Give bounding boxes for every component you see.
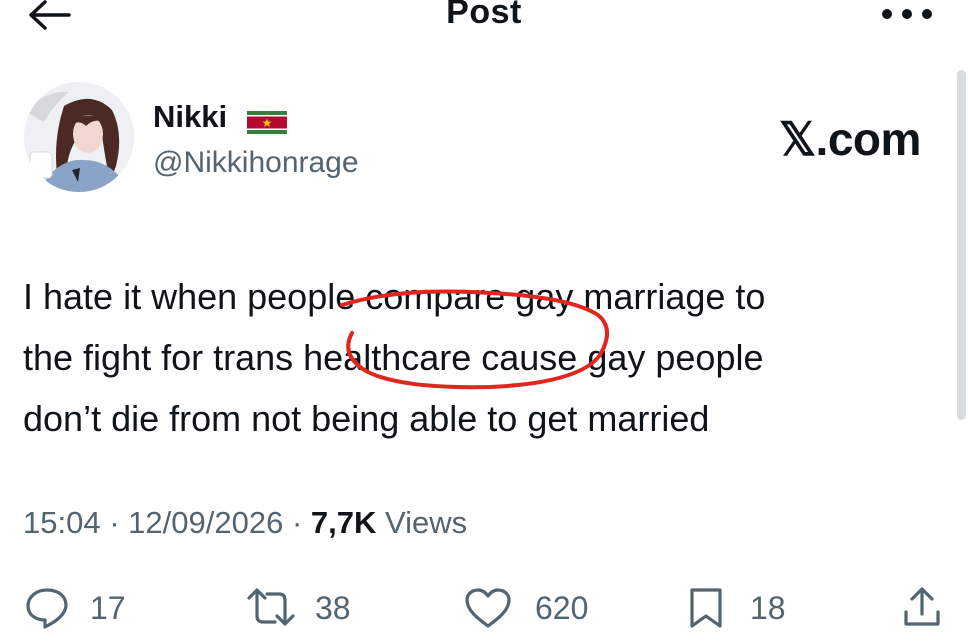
reply-icon — [26, 588, 68, 629]
views-label[interactable]: Views — [385, 505, 467, 540]
x-com-watermark: 𝕏.com — [779, 113, 921, 165]
bookmark-button[interactable]: 18 — [686, 586, 806, 630]
bookmark-count: 18 — [750, 590, 786, 626]
post-text: I hate it when people compare gay marria… — [23, 266, 943, 449]
post-date: 12/09/2026 — [128, 505, 284, 540]
post-text-line: don’t die from not being able to get mar… — [23, 398, 710, 439]
top-bar: Post — [0, 0, 968, 40]
share-button[interactable] — [900, 586, 944, 630]
meta-separator: · — [291, 505, 303, 540]
post-text-line: I hate it when people compare gay marria… — [23, 276, 766, 317]
scrollbar[interactable] — [957, 70, 966, 420]
like-count: 620 — [535, 590, 589, 626]
views-count: 7,7K — [310, 505, 377, 540]
like-button[interactable]: 620 — [463, 586, 613, 630]
post-text-line: the fight for trans healthcare cause gay… — [23, 337, 764, 378]
repost-button[interactable]: 38 — [245, 586, 375, 630]
more-horizontal-icon[interactable] — [880, 6, 934, 22]
bookmark-icon — [690, 588, 722, 628]
post-meta: 15:04 · 12/09/2026 · 7,7K Views — [23, 505, 467, 541]
avatar[interactable] — [24, 82, 134, 192]
suriname-flag-icon — [247, 111, 287, 134]
reply-count: 17 — [90, 590, 126, 626]
repost-icon — [247, 588, 295, 626]
share-icon — [904, 587, 940, 626]
display-name[interactable]: Nikki — [153, 100, 227, 134]
reply-button[interactable]: 17 — [24, 586, 144, 630]
user-handle[interactable]: @Nikkihonrage — [153, 146, 359, 180]
repost-count: 38 — [315, 590, 351, 626]
page-title: Post — [446, 0, 522, 31]
avatar-image — [24, 82, 134, 192]
heart-icon — [465, 588, 511, 628]
post-time: 15:04 — [23, 505, 101, 540]
meta-separator: · — [109, 505, 120, 540]
